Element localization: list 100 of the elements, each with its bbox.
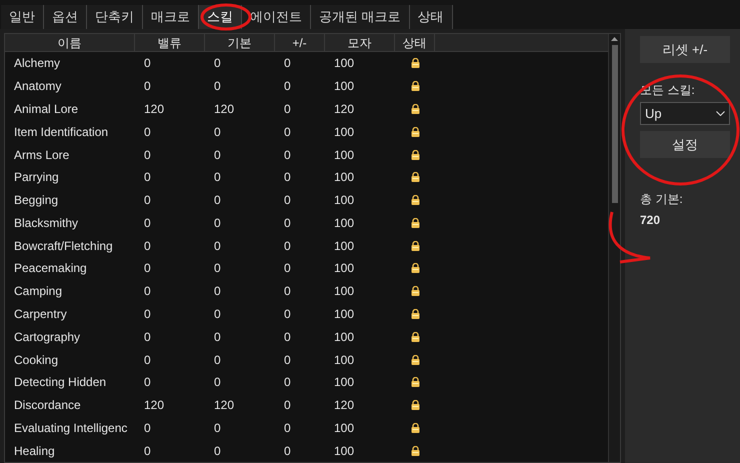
table-cell-text: 0 [283, 374, 292, 392]
table-cell-text: 120 [213, 397, 236, 414]
table-cell-text: 100 [333, 124, 356, 141]
lock-icon[interactable] [410, 308, 420, 319]
lock-icon[interactable] [410, 446, 420, 456]
table-cell-text: 0 [283, 260, 292, 278]
table-cell-text: 0 [213, 169, 222, 186]
table-cell-text: 0 [143, 78, 152, 96]
lock-icon[interactable] [410, 172, 420, 182]
column-header[interactable]: +/- [275, 34, 325, 51]
table-cell-text: 0 [213, 328, 222, 346]
table-cell-text: 0 [213, 374, 222, 392]
table-cell-text: 0 [213, 55, 222, 72]
column-header[interactable]: 모자 [325, 34, 395, 51]
table-cell-text: 0 [143, 420, 152, 437]
tab[interactable]: 공개된 매크로 [311, 5, 410, 29]
scrollbar[interactable] [608, 34, 620, 462]
table-cell-text: 0 [213, 146, 222, 164]
table-cell-text: 0 [213, 306, 222, 323]
lock-icon[interactable] [410, 377, 420, 388]
table-cell-text: 0 [143, 352, 152, 369]
tab[interactable]: 매크로 [143, 5, 199, 29]
table-cell-text: 100 [333, 214, 356, 232]
skill-name: Bowcraft/Fletching [13, 238, 114, 255]
dropdown[interactable]: Up [640, 102, 730, 125]
table-cell-text: 0 [143, 442, 152, 460]
table-cell-text: 100 [333, 306, 356, 323]
table-cell-text: 0 [143, 260, 152, 278]
field-label: 총 기본: [640, 191, 684, 208]
set-button[interactable]: 설정 [640, 131, 730, 158]
lock-icon[interactable] [410, 332, 420, 342]
scrollbar-thumb[interactable] [612, 45, 618, 203]
skill-name: Carpentry [13, 306, 68, 323]
skill-name: Peacemaking [13, 260, 88, 278]
table-cell-text: 120 [143, 100, 166, 118]
table-cell-text: 0 [283, 124, 292, 141]
skill-name: Cooking [13, 352, 60, 369]
skill-name: Parrying [13, 169, 60, 186]
skill-name: Blacksmithy [13, 214, 80, 232]
table-cell-text: 100 [333, 238, 356, 255]
lock-icon[interactable] [410, 240, 420, 251]
column-header[interactable]: 기본 [205, 34, 275, 51]
table-cell-text: 100 [333, 169, 356, 186]
lock-icon[interactable] [410, 263, 420, 274]
table-cell-text: 100 [333, 328, 356, 346]
lock-icon[interactable] [410, 354, 420, 365]
tab[interactable]: 옵션 [44, 5, 87, 29]
table-cell-text: 0 [213, 420, 222, 437]
table-cell-text: 0 [143, 328, 152, 346]
table-cell-text: 0 [213, 192, 222, 210]
column-header[interactable]: 이름 [5, 34, 135, 51]
table-cell-text: 100 [333, 283, 356, 300]
table-cell-text: 0 [283, 78, 292, 96]
chevron-down-icon [716, 111, 725, 116]
table-cell-text: 0 [283, 55, 292, 72]
table-cell-text: 100 [333, 192, 356, 210]
lock-icon[interactable] [410, 150, 420, 160]
table-cell-text: 120 [333, 397, 356, 414]
table-cell-text: 0 [283, 283, 292, 300]
table-cell-text: 0 [283, 238, 292, 255]
lock-icon[interactable] [410, 104, 420, 114]
tab[interactable]: 일반 [1, 5, 44, 29]
table-cell-text: 0 [143, 238, 152, 255]
table-cell-text: 100 [333, 352, 356, 369]
table-cell-text: 0 [143, 214, 152, 232]
lock-icon[interactable] [410, 422, 420, 433]
skill-name: Alchemy [13, 55, 62, 72]
table-cell-text: 0 [283, 146, 292, 164]
tab[interactable]: 상태 [410, 5, 453, 29]
lock-icon[interactable] [410, 400, 420, 410]
table-cell-text: 0 [213, 283, 222, 300]
table-cell-text: 0 [213, 78, 222, 96]
table-cell-text: 0 [143, 146, 152, 164]
table-cell-text: 0 [213, 260, 222, 278]
lock-icon[interactable] [410, 81, 420, 92]
tab[interactable]: 에이전트 [242, 5, 311, 29]
column-header[interactable]: 밸류 [135, 34, 205, 51]
table-cell-text: 100 [333, 78, 356, 96]
tab[interactable]: 단축키 [87, 5, 143, 29]
lock-icon[interactable] [410, 58, 420, 68]
table-cell-text: 0 [143, 124, 152, 141]
reset-button[interactable]: 리셋 +/- [640, 36, 730, 63]
column-header[interactable]: 상태 [395, 34, 435, 51]
annotation-circle-drawing [200, 3, 252, 31]
table-cell-text: 0 [283, 352, 292, 369]
table-cell-text: 0 [283, 420, 292, 437]
lock-icon[interactable] [410, 218, 420, 228]
skill-name: Animal Lore [13, 100, 80, 118]
skill-name: Arms Lore [13, 146, 70, 164]
table-cell-text: 0 [283, 442, 292, 460]
lock-icon[interactable] [410, 286, 420, 296]
table-cell-text: 0 [283, 397, 292, 414]
table-cell-text: 0 [283, 328, 292, 346]
table-cell-text: 0 [283, 214, 292, 232]
scroll-up-icon[interactable] [611, 37, 618, 41]
lock-icon[interactable] [410, 126, 420, 137]
skill-name: Begging [13, 192, 60, 210]
table-cell-text: 0 [213, 352, 222, 369]
lock-icon[interactable] [410, 195, 420, 206]
table-cell-text: 120 [333, 100, 356, 118]
